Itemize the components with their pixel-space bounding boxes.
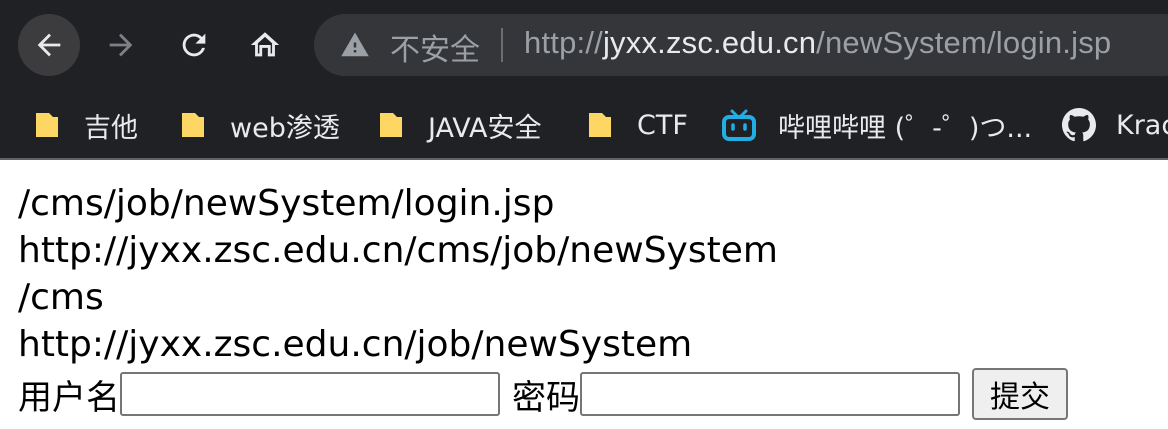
output-line: http://jyxx.zsc.edu.cn/job/newSystem xyxy=(18,324,693,365)
username-input[interactable] xyxy=(120,372,500,416)
omnibox-divider xyxy=(501,28,503,62)
arrow-left-icon xyxy=(37,33,61,57)
bookmark-item[interactable]: 吉他 xyxy=(34,92,138,158)
output-line: /cms/job/newSystem/login.jsp xyxy=(18,183,555,224)
username-label: 用户名 xyxy=(18,377,120,418)
bookmark-label: JAVA安全 xyxy=(428,112,542,144)
bookmark-label: Krac xyxy=(1116,109,1168,141)
password-label: 密码 xyxy=(512,377,580,418)
folder-icon xyxy=(589,113,611,137)
folder-icon xyxy=(36,113,58,137)
home-button[interactable] xyxy=(234,14,296,76)
reload-icon xyxy=(182,33,206,57)
security-status[interactable]: 不安全 xyxy=(390,25,480,69)
bookmark-item[interactable]: web渗透 xyxy=(180,92,340,158)
bookmark-label: 吉他 xyxy=(84,112,138,144)
page-content: /cms/job/newSystem/login.jsp http://jyxx… xyxy=(18,180,1168,368)
forward-button[interactable] xyxy=(90,14,152,76)
back-button[interactable] xyxy=(18,14,80,76)
github-icon xyxy=(1062,108,1096,142)
bookmark-item[interactable]: 哔哩哔哩 (゜-゜)つ... xyxy=(722,92,1032,158)
bookmark-item[interactable]: Krac xyxy=(1062,92,1168,158)
submit-button[interactable]: 提交 xyxy=(972,368,1068,420)
warning-icon[interactable] xyxy=(340,30,370,60)
bookmark-label: 哔哩哔哩 (゜-゜)つ... xyxy=(778,112,1033,144)
chrome-divider xyxy=(0,158,1168,160)
bookmarks-bar: 吉他 web渗透 JAVA安全 CTF 哔哩哔哩 (゜-゜)つ... Krac xyxy=(0,92,1168,158)
output-line: http://jyxx.zsc.edu.cn/cms/job/newSystem xyxy=(18,230,778,271)
arrow-right-icon xyxy=(109,33,133,57)
login-form: 用户名 密码 提交 xyxy=(18,368,1068,420)
home-icon xyxy=(250,32,280,57)
bookmark-label: CTF xyxy=(637,109,688,141)
folder-icon xyxy=(182,113,204,137)
browser-toolbar: 不安全 http://jyxx.zsc.edu.cn/newSystem/log… xyxy=(0,0,1168,92)
bookmark-label: web渗透 xyxy=(230,112,340,144)
reload-button[interactable] xyxy=(163,14,225,76)
bookmark-item[interactable]: CTF xyxy=(587,92,688,158)
bookmark-item[interactable]: JAVA安全 xyxy=(378,92,541,158)
url-text[interactable]: http://jyxx.zsc.edu.cn/newSystem/login.j… xyxy=(524,25,1111,61)
output-line: /cms xyxy=(18,277,104,318)
password-input[interactable] xyxy=(580,372,960,416)
url-host: jyxx.zsc.edu.cn xyxy=(602,25,817,60)
url-prefix: http:// xyxy=(524,25,603,60)
bilibili-icon xyxy=(722,109,756,141)
folder-icon xyxy=(380,113,402,137)
url-path: /newSystem/login.jsp xyxy=(816,25,1112,60)
address-bar[interactable]: 不安全 http://jyxx.zsc.edu.cn/newSystem/log… xyxy=(314,14,1168,76)
